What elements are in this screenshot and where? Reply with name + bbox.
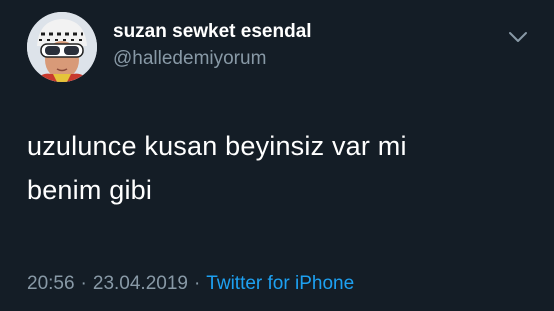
tweet-text: uzulunce kusan beyinsiz var mi benim gib… [27,124,537,212]
chevron-down-icon[interactable] [507,29,529,45]
profile-photo-icon [27,12,97,82]
tweet-date[interactable]: 23.04.2019 [93,273,188,294]
tweet-source-link[interactable]: Twitter for iPhone [206,273,354,294]
meta-separator: · [193,273,201,294]
tweet-time[interactable]: 20:56 [27,273,75,294]
tweet-text-line: uzulunce kusan beyinsiz var mi [27,131,407,161]
meta-separator: · [80,273,87,294]
tweet-meta: 20:56 · 23.04.2019 · Twitter for iPhone [27,273,354,295]
tweet-card: suzan sewket esendal @halledemiyorum uzu… [0,0,554,311]
author-handle[interactable]: @halledemiyorum [113,48,266,70]
avatar[interactable] [27,12,97,82]
author-display-name[interactable]: suzan sewket esendal [113,21,312,43]
tweet-text-line: benim gibi [27,175,153,205]
